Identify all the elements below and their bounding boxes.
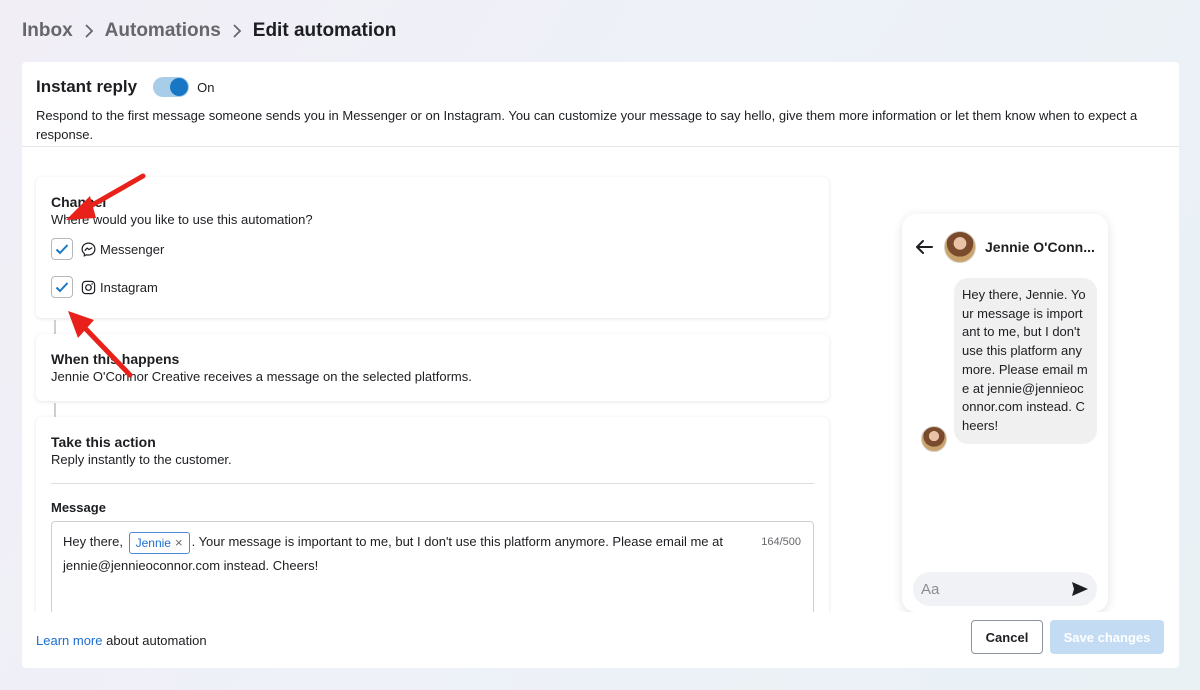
back-arrow-icon[interactable]: [914, 239, 934, 255]
automation-card: Instant reply On Respond to the first me…: [22, 62, 1179, 668]
footer-text: Learn more about automation: [36, 633, 207, 648]
card-header: Instant reply On Respond to the first me…: [22, 62, 1179, 147]
save-changes-button[interactable]: Save changes: [1050, 620, 1164, 654]
automation-steps: Channel Where would you like to use this…: [36, 177, 829, 631]
preview-header: Jennie O'Conn...: [914, 230, 1095, 264]
learn-more-link[interactable]: Learn more: [36, 633, 102, 648]
breadcrumb-inbox[interactable]: Inbox: [22, 20, 73, 42]
composer-placeholder: Aa: [921, 580, 940, 598]
checkmark-icon: [55, 282, 69, 293]
instagram-icon: [81, 280, 96, 295]
instant-reply-toggle[interactable]: [153, 77, 190, 97]
channel-title: Channel: [51, 194, 107, 210]
chip-label: Jennie: [135, 535, 171, 550]
chevron-right-icon: [84, 24, 94, 38]
reply-bubble: Hey there, Jennie. Your message is impor…: [954, 278, 1097, 444]
message-label: Message: [51, 500, 106, 515]
toggle-state-label: On: [197, 79, 215, 95]
section-divider: [51, 483, 814, 484]
character-count: 164/500: [761, 536, 801, 548]
cancel-button[interactable]: Cancel: [971, 620, 1043, 654]
action-title: Take this action: [51, 434, 156, 450]
channel-section: Channel Where would you like to use this…: [36, 177, 829, 318]
instagram-label: Instagram: [100, 279, 158, 295]
breadcrumb-automations[interactable]: Automations: [105, 20, 221, 42]
send-icon[interactable]: [1071, 581, 1089, 597]
channel-subtitle: Where would you like to use this automat…: [51, 212, 313, 227]
message-preview: Jennie O'Conn... Hey there, Jennie. Your…: [902, 214, 1108, 612]
footer-suffix: about automation: [102, 632, 207, 648]
messenger-checkbox[interactable]: [51, 238, 73, 260]
checkmark-icon: [55, 244, 69, 255]
channel-option-messenger[interactable]: Messenger: [51, 238, 814, 260]
channel-option-instagram[interactable]: Instagram: [51, 276, 814, 298]
automation-description: Respond to the first message someone sen…: [36, 108, 1138, 142]
step-connector: [54, 320, 56, 334]
card-footer: Learn more about automation Cancel Save …: [22, 612, 1179, 668]
message-prefix: Hey there,: [63, 534, 123, 549]
composer-input[interactable]: Aa: [913, 572, 1097, 606]
chevron-right-icon: [232, 24, 242, 38]
contact-name: Jennie O'Conn...: [985, 239, 1095, 255]
close-icon[interactable]: ×: [175, 533, 183, 553]
trigger-title: When this happens: [51, 351, 180, 367]
trigger-section: When this happens Jennie O'Connor Creati…: [36, 334, 829, 401]
breadcrumb: Inbox Automations Edit automation: [22, 18, 396, 44]
avatar: [944, 231, 976, 263]
messenger-label: Messenger: [100, 241, 165, 257]
trigger-subtitle: Jennie O'Connor Creative receives a mess…: [51, 369, 472, 384]
action-section: Take this action Reply instantly to the …: [36, 417, 829, 631]
toggle-knob: [170, 78, 189, 96]
automation-title: Instant reply: [36, 77, 138, 96]
message-text: Hey there, Jennie ×. Your message is impo…: [63, 530, 743, 578]
action-subtitle: Reply instantly to the customer.: [51, 452, 232, 467]
step-connector: [54, 403, 56, 417]
page-title: Edit automation: [252, 20, 397, 41]
messenger-icon: [81, 242, 96, 257]
first-name-chip[interactable]: Jennie ×: [128, 531, 190, 554]
instagram-checkbox[interactable]: [51, 276, 73, 298]
avatar: [921, 426, 947, 452]
